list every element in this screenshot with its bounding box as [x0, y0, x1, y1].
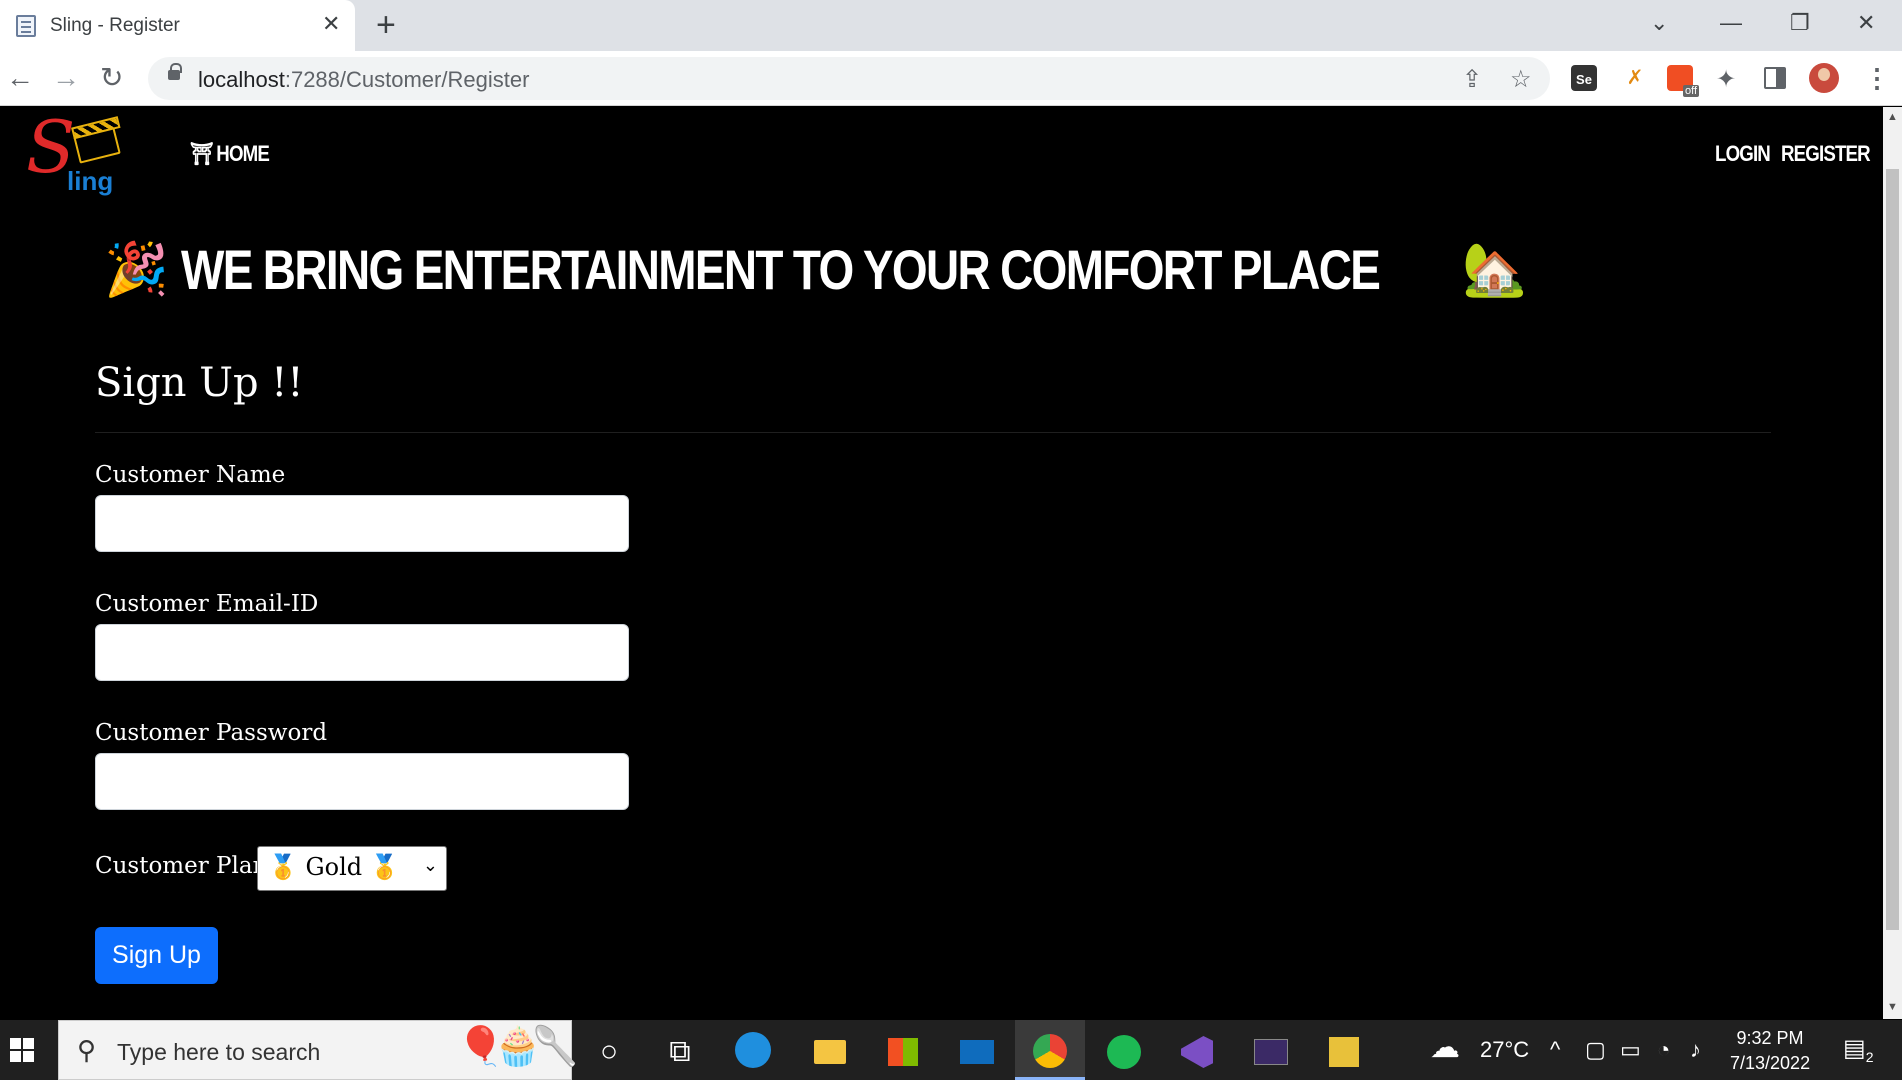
side-panel-icon[interactable] — [1764, 67, 1786, 89]
hero-headline: 🎉 WE BRING ENTERTAINMENT TO YOUR COMFORT… — [104, 237, 1527, 307]
weather-cloud-icon[interactable]: ☁ — [1430, 1030, 1460, 1065]
scrollbar-thumb[interactable] — [1886, 169, 1899, 930]
headline-text: WE BRING ENTERTAINMENT TO YOUR COMFORT P… — [181, 238, 1381, 301]
restore-window-icon[interactable]: ❐ — [1790, 10, 1810, 36]
url-text[interactable]: localhost:7288/Customer/Register — [198, 67, 529, 93]
scroll-down-arrow-icon[interactable]: ▼ — [1887, 1001, 1898, 1013]
clock-date: 7/13/2022 — [1730, 1053, 1811, 1073]
notification-count: 2 — [1865, 1048, 1874, 1065]
tools-icon[interactable] — [1324, 1032, 1364, 1072]
share-icon[interactable]: ⇪ — [1462, 65, 1482, 94]
extension-off-badge: off — [1682, 85, 1699, 97]
mail-icon[interactable] — [957, 1032, 997, 1072]
tab-search-chevron-icon[interactable]: ⌄ — [1650, 10, 1668, 36]
cors-extension-icon[interactable]: off — [1667, 65, 1699, 97]
sling-logo[interactable]: S ling — [26, 111, 126, 197]
notification-center-icon[interactable]: ▤2 — [1843, 1034, 1873, 1065]
terminal-icon[interactable] — [1251, 1032, 1291, 1072]
customer-email-input[interactable] — [95, 624, 629, 681]
page-scrollbar[interactable]: ▲ ▼ — [1883, 107, 1902, 1019]
customer-name-label: Customer Name — [95, 462, 286, 488]
file-explorer-icon[interactable] — [810, 1032, 850, 1072]
spotify-icon[interactable] — [1104, 1032, 1144, 1072]
store-icon[interactable] — [883, 1032, 923, 1072]
taskbar-clock[interactable]: 9:32 PM 7/13/2022 — [1730, 1026, 1810, 1076]
temperature-text[interactable]: 27°C — [1480, 1037, 1529, 1063]
chrome-icon — [1033, 1034, 1067, 1069]
meet-now-icon[interactable]: ▢ — [1585, 1037, 1606, 1063]
minimize-window-icon[interactable]: — — [1720, 10, 1742, 36]
customer-password-label: Customer Password — [95, 720, 328, 746]
profile-avatar[interactable] — [1809, 63, 1839, 93]
volume-icon[interactable]: ♪ — [1690, 1037, 1701, 1063]
logo-text-ling: ling — [67, 166, 114, 196]
party-popper-icon: 🎉 — [104, 241, 169, 299]
nav-register-link[interactable]: REGISTER — [1781, 141, 1871, 167]
close-window-icon[interactable]: ✕ — [1857, 10, 1875, 36]
house-icon: 🏡 — [1461, 241, 1527, 299]
windows-start-icon[interactable] — [10, 1038, 34, 1062]
clapperboard-icon — [73, 126, 121, 164]
extensions-puzzle-icon[interactable]: ✦ — [1716, 65, 1742, 93]
search-icon: ⚲ — [77, 1035, 97, 1065]
chrome-taskbar-button[interactable] — [1015, 1020, 1085, 1080]
browser-tab[interactable]: Sling - Register ✕ — [0, 0, 355, 51]
sign-up-button[interactable]: Sign Up — [95, 927, 218, 984]
bookmark-star-icon[interactable]: ☆ — [1510, 65, 1532, 94]
edge-icon[interactable] — [735, 1032, 771, 1068]
nav-login-link[interactable]: LOGIN — [1715, 141, 1771, 167]
task-view-icon[interactable]: ⧉ — [660, 1032, 700, 1072]
search-placeholder: Type here to search — [117, 1039, 321, 1065]
form-title: Sign Up !! — [95, 360, 304, 406]
cortana-icon[interactable]: ○ — [589, 1032, 629, 1072]
address-bar[interactable]: localhost:7288/Customer/Register ⇪ ☆ — [148, 57, 1550, 100]
show-hidden-icons-chevron-icon[interactable]: ^ — [1550, 1037, 1560, 1063]
clock-time: 9:32 PM — [1736, 1028, 1804, 1048]
taskbar-search-box[interactable]: ⚲ Type here to search 🎈🧁🥄 — [58, 1020, 579, 1080]
new-tab-button[interactable]: + — [376, 6, 396, 45]
close-tab-icon[interactable]: ✕ — [322, 11, 340, 37]
title-divider — [95, 432, 1771, 433]
plan-selected-value: 🥇 Gold 🥇 — [268, 853, 400, 881]
windows-taskbar: ⚲ Type here to search 🎈🧁🥄 ○ ⧉ ☁ 27°C ^ ▢… — [0, 1020, 1902, 1080]
browser-toolbar: ← → ↻ localhost:7288/Customer/Register ⇪… — [0, 51, 1902, 106]
forward-icon[interactable]: → — [52, 61, 80, 95]
extension-x-icon[interactable]: ✗ — [1622, 65, 1648, 91]
nav-home-link[interactable]: ⛩ HOME — [190, 141, 270, 167]
customer-name-input[interactable] — [95, 495, 629, 552]
torii-icon: ⛩ — [190, 141, 214, 166]
chevron-down-icon: ⌄ — [422, 855, 438, 876]
browser-tab-strip: Sling - Register ✕ + ⌄ — ❐ ✕ — [0, 0, 1902, 51]
back-icon[interactable]: ← — [6, 61, 34, 95]
battery-icon[interactable]: ▭ — [1620, 1037, 1641, 1063]
lock-icon[interactable] — [168, 63, 182, 80]
page-favicon-icon — [16, 15, 36, 37]
customer-email-label: Customer Email-ID — [95, 591, 319, 617]
browser-menu-icon[interactable]: ⋮ — [1864, 63, 1890, 94]
page-viewport: S ling ⛩ HOME LOGIN REGISTER 🎉 WE BRING E… — [0, 107, 1883, 1019]
search-highlight-art-icon: 🎈🧁🥄 — [457, 1026, 579, 1068]
reload-icon[interactable]: ↻ — [100, 61, 123, 95]
customer-plan-select[interactable]: 🥇 Gold 🥇 ⌄ — [257, 846, 447, 891]
customer-password-input[interactable] — [95, 753, 629, 810]
customer-plan-label: Customer Plan — [95, 853, 268, 879]
scroll-up-arrow-icon[interactable]: ▲ — [1887, 111, 1898, 123]
selenium-extension-icon[interactable]: Se — [1571, 65, 1597, 91]
tab-title: Sling - Register — [50, 15, 180, 36]
wifi-icon[interactable]: ◔ — [1657, 1037, 1670, 1063]
visual-studio-icon[interactable] — [1177, 1032, 1217, 1072]
